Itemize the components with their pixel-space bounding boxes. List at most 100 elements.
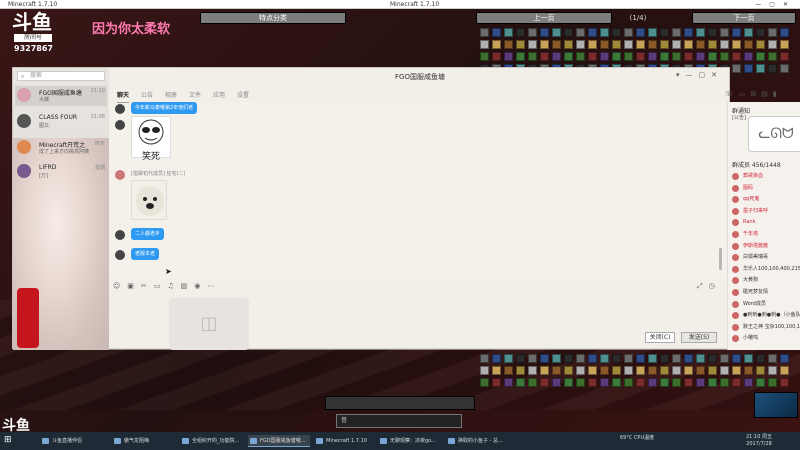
inventory-block[interactable] bbox=[684, 378, 693, 387]
conversation-item[interactable]: FGO国服咸鱼塘 大蝶 21:10 bbox=[15, 86, 107, 106]
inventory-block[interactable] bbox=[492, 378, 501, 387]
taskbar-item[interactable]: 全组织开的_功能院... bbox=[180, 435, 244, 447]
member-item[interactable]: 华乐人100,100,400,215 bbox=[732, 265, 800, 275]
inventory-block[interactable] bbox=[660, 354, 669, 363]
inventory-block[interactable] bbox=[660, 52, 669, 61]
inventory-block[interactable] bbox=[744, 52, 753, 61]
taskbar-item[interactable]: 傲气龙阻嗨 bbox=[112, 435, 174, 447]
tab-notice[interactable]: 公告 bbox=[141, 90, 153, 102]
inventory-block[interactable] bbox=[504, 52, 513, 61]
inventory-block[interactable] bbox=[480, 52, 489, 61]
inventory-block[interactable] bbox=[588, 378, 597, 387]
inventory-block[interactable] bbox=[744, 366, 753, 375]
inventory-block[interactable] bbox=[552, 354, 561, 363]
inventory-block[interactable] bbox=[768, 366, 777, 375]
inventory-block[interactable] bbox=[672, 366, 681, 375]
inventory-block[interactable] bbox=[552, 28, 561, 37]
inventory-block[interactable] bbox=[780, 64, 789, 73]
inventory-block[interactable] bbox=[576, 40, 585, 49]
inventory-block[interactable] bbox=[492, 52, 501, 61]
inventory-block[interactable] bbox=[612, 40, 621, 49]
inventory-block[interactable] bbox=[588, 354, 597, 363]
inventory-block[interactable] bbox=[684, 28, 693, 37]
inventory-block[interactable] bbox=[528, 52, 537, 61]
inventory-block[interactable] bbox=[504, 354, 513, 363]
inventory-block[interactable] bbox=[708, 378, 717, 387]
inventory-block[interactable] bbox=[780, 378, 789, 387]
inventory-block[interactable] bbox=[768, 378, 777, 387]
inventory-block[interactable] bbox=[528, 28, 537, 37]
inventory-block[interactable] bbox=[480, 378, 489, 387]
inventory-block[interactable] bbox=[756, 366, 765, 375]
inventory-block[interactable] bbox=[768, 28, 777, 37]
conversation-item[interactable]: CLASS FOUR 图文: 21:08 bbox=[15, 112, 107, 132]
inventory-block[interactable] bbox=[684, 40, 693, 49]
inventory-block[interactable] bbox=[636, 52, 645, 61]
inventory-block[interactable] bbox=[768, 52, 777, 61]
inventory-block[interactable] bbox=[708, 354, 717, 363]
inventory-block[interactable] bbox=[756, 378, 765, 387]
inventory-block[interactable] bbox=[708, 40, 717, 49]
inventory-block[interactable] bbox=[624, 354, 633, 363]
input-toolbar[interactable]: ☺▣✂▭♫▨◉⋯ bbox=[113, 282, 723, 292]
inventory-block[interactable] bbox=[504, 40, 513, 49]
inventory-block[interactable] bbox=[564, 28, 573, 37]
inventory-block[interactable] bbox=[540, 366, 549, 375]
member-item[interactable]: 大黄狗 bbox=[732, 276, 800, 286]
inventory-block[interactable] bbox=[612, 378, 621, 387]
inventory-block[interactable] bbox=[600, 378, 609, 387]
windows-start-icon[interactable]: ⊞ bbox=[4, 435, 12, 445]
inventory-block[interactable] bbox=[516, 28, 525, 37]
inventory-block[interactable] bbox=[480, 40, 489, 49]
inventory-block[interactable] bbox=[708, 28, 717, 37]
inventory-block[interactable] bbox=[720, 366, 729, 375]
inventory-block[interactable] bbox=[720, 40, 729, 49]
inventory-block[interactable] bbox=[516, 40, 525, 49]
inventory-block[interactable] bbox=[732, 28, 741, 37]
inventory-block[interactable] bbox=[564, 40, 573, 49]
taskbar-item[interactable]: Minecraft 1.7.10 bbox=[314, 435, 374, 447]
inventory-block[interactable] bbox=[612, 354, 621, 363]
dog-photo[interactable] bbox=[131, 180, 167, 220]
member-item[interactable]: qq死鬼 bbox=[732, 195, 800, 205]
inventory-block[interactable] bbox=[684, 52, 693, 61]
tab-files[interactable]: 文件 bbox=[189, 90, 201, 102]
taskbar-item[interactable]: 斗鱼直播伴侣 bbox=[40, 435, 106, 447]
inventory-block[interactable] bbox=[600, 52, 609, 61]
inventory-block[interactable] bbox=[708, 52, 717, 61]
member-item[interactable]: 墨子归来呼 bbox=[732, 207, 800, 217]
inventory-block[interactable] bbox=[756, 64, 765, 73]
inventory-block[interactable] bbox=[672, 378, 681, 387]
inventory-block[interactable] bbox=[684, 354, 693, 363]
inventory-block[interactable] bbox=[600, 366, 609, 375]
inventory-block[interactable] bbox=[540, 28, 549, 37]
window-controls[interactable]: —▢✕ bbox=[755, 0, 796, 9]
next-page-button[interactable]: 下一页 bbox=[692, 12, 796, 24]
inventory-block[interactable] bbox=[648, 40, 657, 49]
inventory-block[interactable] bbox=[636, 366, 645, 375]
inventory-block[interactable] bbox=[648, 354, 657, 363]
inventory-block[interactable] bbox=[672, 28, 681, 37]
tab-album[interactable]: 相册 bbox=[165, 90, 177, 102]
inventory-block[interactable] bbox=[624, 40, 633, 49]
inventory-block[interactable] bbox=[648, 28, 657, 37]
input-toolbar-right[interactable]: ⤢◷ bbox=[697, 282, 721, 291]
inventory-block[interactable] bbox=[540, 354, 549, 363]
inventory-block[interactable] bbox=[696, 378, 705, 387]
inventory-block[interactable] bbox=[660, 366, 669, 375]
inventory-block[interactable] bbox=[516, 354, 525, 363]
inventory-block[interactable] bbox=[696, 354, 705, 363]
inventory-block[interactable] bbox=[684, 366, 693, 375]
inventory-block[interactable] bbox=[576, 354, 585, 363]
inventory-block[interactable] bbox=[732, 40, 741, 49]
inventory-block[interactable] bbox=[540, 40, 549, 49]
member-item[interactable]: 白狐美瑞哥 bbox=[732, 253, 800, 263]
inventory-block[interactable] bbox=[660, 28, 669, 37]
inventory-block[interactable] bbox=[732, 378, 741, 387]
inventory-block[interactable] bbox=[720, 52, 729, 61]
inventory-block[interactable] bbox=[612, 52, 621, 61]
tab-settings[interactable]: 设置 bbox=[237, 90, 249, 102]
inventory-block[interactable] bbox=[576, 28, 585, 37]
inventory-block[interactable] bbox=[564, 378, 573, 387]
inventory-block[interactable] bbox=[756, 28, 765, 37]
